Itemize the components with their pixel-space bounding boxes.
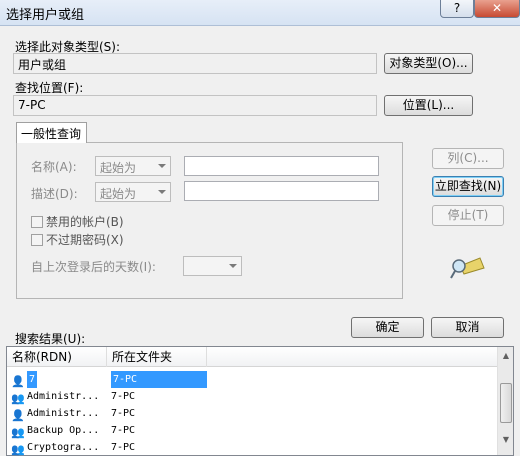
days-since-login-select[interactable]	[183, 256, 242, 276]
description-label: 描述(D):	[31, 187, 78, 201]
name-mode-value: 起始为	[100, 161, 137, 175]
stop-button[interactable]: 停止(T)	[432, 205, 504, 226]
days-since-login-label: 自上次登录后的天数(I):	[31, 260, 156, 274]
row-folder: 7-PC	[111, 442, 136, 453]
location-label: 查找位置(F):	[15, 81, 84, 95]
description-input[interactable]	[184, 181, 379, 201]
search-flashlight-icon	[450, 257, 485, 279]
row-name: Administr...	[27, 391, 100, 402]
checkbox-box	[31, 234, 43, 246]
row-folder: 7-PC	[111, 425, 136, 436]
disabled-accounts-checkbox[interactable]: 禁用的帐户(B)	[31, 213, 124, 230]
tab-general-query[interactable]: 一般性查询	[16, 122, 87, 143]
cancel-button[interactable]: 取消	[431, 317, 504, 338]
row-name: 7	[27, 371, 38, 388]
table-row[interactable]: 👤 7 7-PC	[7, 371, 499, 388]
name-label: 名称(A):	[31, 160, 77, 174]
group-icon: 👥	[11, 443, 25, 456]
row-name: Administr...	[27, 408, 100, 419]
find-now-button[interactable]: 立即查找(N)	[432, 176, 504, 197]
description-mode-select[interactable]: 起始为	[95, 182, 171, 202]
scroll-thumb[interactable]	[500, 383, 512, 423]
columns-button[interactable]: 列(C)...	[432, 148, 504, 169]
object-type-field: 用户或组	[13, 53, 377, 74]
column-header-name[interactable]: 名称(RDN)	[7, 347, 107, 367]
table-row[interactable]: 👤 Administr... 7-PC	[7, 405, 499, 422]
checkbox-box	[31, 216, 43, 228]
column-header-folder[interactable]: 所在文件夹	[107, 347, 207, 367]
table-row[interactable]: 👥 Cryptogra... 7-PC	[7, 439, 499, 456]
title-bar: 选择用户或组 ? ✕	[0, 0, 520, 26]
scroll-down-icon[interactable]: ▼	[500, 435, 512, 447]
scroll-up-icon[interactable]: ▲	[500, 351, 512, 363]
location-field: 7-PC	[13, 95, 377, 116]
table-row[interactable]: 👥 Administr... 7-PC	[7, 388, 499, 405]
results-list[interactable]: 名称(RDN) 所在文件夹 👤 7 7-PC 👥 Administr... 7-…	[6, 346, 514, 456]
row-folder: 7-PC	[111, 408, 136, 419]
object-types-button[interactable]: 对象类型(O)...	[384, 53, 473, 74]
non-expiring-password-checkbox[interactable]: 不过期密码(X)	[31, 231, 124, 248]
chevron-down-icon	[158, 164, 166, 168]
help-button[interactable]: ?	[440, 0, 474, 18]
vertical-scrollbar[interactable]: ▲ ▼	[497, 347, 513, 455]
chevron-down-icon	[158, 190, 166, 194]
chevron-down-icon	[229, 264, 237, 268]
search-results-label: 搜索结果(U):	[15, 332, 86, 346]
results-header: 名称(RDN) 所在文件夹	[7, 347, 499, 367]
ok-button[interactable]: 确定	[351, 317, 424, 338]
name-input[interactable]	[184, 156, 379, 176]
row-folder: 7-PC	[111, 391, 136, 402]
location-button[interactable]: 位置(L)...	[384, 95, 473, 116]
non-expiring-password-label: 不过期密码(X)	[46, 233, 124, 247]
row-name: Cryptogra...	[27, 442, 100, 453]
close-button[interactable]: ✕	[474, 0, 520, 18]
description-mode-value: 起始为	[100, 187, 137, 201]
name-mode-select[interactable]: 起始为	[95, 156, 171, 176]
disabled-accounts-label: 禁用的帐户(B)	[46, 215, 124, 229]
row-folder: 7-PC	[111, 371, 207, 388]
table-row[interactable]: 👥 Backup Op... 7-PC	[7, 422, 499, 439]
row-name: Backup Op...	[27, 425, 100, 436]
window-title: 选择用户或组	[6, 8, 85, 23]
